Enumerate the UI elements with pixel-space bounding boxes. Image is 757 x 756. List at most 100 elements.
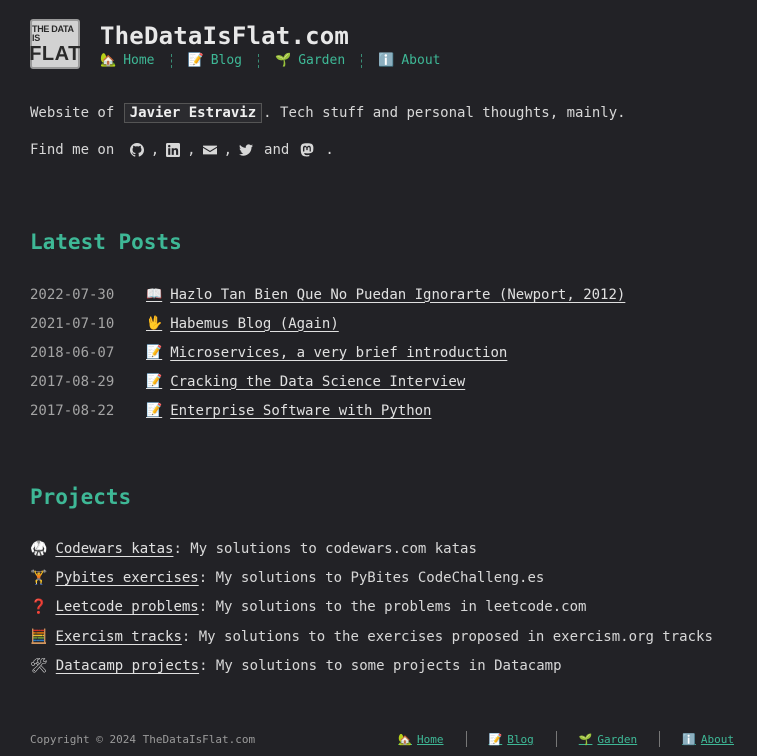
post-title: Hazlo Tan Bien Que No Puedan Ignorarte (… [170,286,626,303]
info-icon: ℹ️ [682,732,696,746]
comma: , [223,142,233,158]
question-mark-icon: ❓ [30,599,48,616]
project-link[interactable]: Pybites exercises [55,570,198,586]
project-link[interactable]: Codewars katas [55,541,173,557]
twitter-icon[interactable] [238,142,254,158]
footer-divider [555,731,557,747]
brand: TheDataIsFlat.com 🏡 Home 📝 Blog 🌱 Garden ℹ️… [100,19,440,69]
site-title[interactable]: TheDataIsFlat.com [100,22,440,50]
project-description: : My solutions to the problems in leetco… [198,599,587,616]
nav-garden-link[interactable]: 🌱 Garden [275,53,345,68]
intro-before: Website of [30,105,123,121]
find-me-label: Find me on [30,142,123,158]
post-date: 2021-07-10 [30,315,115,332]
project-description: : My solutions to some projects in Datac… [199,657,562,674]
post-item: 2017-08-22 📝 Enterprise Software with Pyt… [30,396,625,425]
email-icon[interactable] [202,142,218,158]
latest-posts-heading: Latest Posts [30,230,182,254]
nav-garden-label: Garden [298,53,346,68]
intro-after: . Tech stuff and personal thoughts, main… [263,105,626,121]
comma: , [150,142,160,158]
logo-text-bottom: FLAT [29,42,81,65]
footer-garden-link[interactable]: 🌱 Garden [579,733,637,746]
projects-list: 🥋 Codewars katas: My solutions to codewar… [30,534,713,680]
comma: , [187,142,196,158]
post-date: 2017-08-29 [30,373,115,390]
footer-home-label: Home [417,732,444,746]
project-link[interactable]: Leetcode problems [55,599,198,615]
copyright-text: Copyright © 2024 TheDataIsFlat.com [30,732,256,746]
nav-divider [170,53,172,68]
linkedin-icon[interactable] [165,142,181,158]
hammer-wrench-icon: 🛠 [30,657,48,674]
post-title: Cracking the Data Science Interview [170,373,466,390]
intro-text: Website of Javier Estraviz. Tech stuff a… [30,103,626,123]
mastodon-icon[interactable] [299,142,315,158]
project-item: 🧮 Exercism tracks: My solutions to the ex… [30,622,713,651]
github-icon[interactable] [129,142,145,158]
post-title: Habemus Blog (Again) [170,315,339,332]
footer-blog-label: Blog [507,732,534,746]
latest-posts-list: 2022-07-30 📖 Hazlo Tan Bien Que No Puedan… [30,280,625,425]
project-description: : My solutions to the exercises proposed… [181,628,713,645]
post-item: 2021-07-10 🖖 Habemus Blog (Again) [30,309,625,338]
nav-divider [258,53,259,68]
post-link[interactable]: 📝 Enterprise Software with Python [146,403,431,419]
post-item: 2022-07-30 📖 Hazlo Tan Bien Que No Puedan… [30,280,625,309]
memo-icon: 📝 [187,53,204,68]
logo-text-top: THE DATA IS [32,23,74,43]
nav-home-link[interactable]: 🏡 Home [100,53,155,68]
seedling-icon: 🌱 [578,732,593,746]
social-links: Find me on , , , and . [30,142,334,158]
site-logo[interactable]: THE DATA IS FLAT [29,19,81,69]
footer-about-label: About [700,732,734,746]
project-description: : My solutions to PyBites CodeChalleng.e… [198,569,545,586]
open-book-icon: 📖 [146,287,163,302]
post-date: 2018-06-07 [30,344,115,361]
footer-about-link[interactable]: ℹ️ About [682,733,734,746]
post-date: 2017-08-22 [30,402,115,419]
project-item: 🏋 Pybites exercises: My solutions to PyBi… [30,563,713,592]
vulcan-salute-icon: 🖖 [146,316,163,331]
memo-icon: 📝 [488,732,503,746]
project-item: ❓ Leetcode problems: My solutions to the … [30,593,713,622]
nav-home-label: Home [123,53,155,68]
post-title: Enterprise Software with Python [170,402,432,419]
footer-garden-label: Garden [597,732,638,746]
house-icon: 🏡 [398,732,413,746]
weightlifter-icon: 🏋 [30,569,48,586]
seedling-icon: 🌱 [275,53,292,68]
project-description: : My solutions to codewars.com katas [173,540,477,557]
main-nav: 🏡 Home 📝 Blog 🌱 Garden ℹ️ About [100,53,440,68]
post-link[interactable]: 📖 Hazlo Tan Bien Que No Puedan Ignorarte … [146,287,625,303]
post-link[interactable]: 📝 Cracking the Data Science Interview [146,374,465,390]
footer-blog-link[interactable]: 📝 Blog [489,733,534,746]
post-link[interactable]: 📝 Microservices, a very brief introductio… [146,345,507,361]
site-header: THE DATA IS FLAT TheDataIsFlat.com 🏡 Home… [29,19,440,69]
period: . [325,142,334,158]
post-item: 2017-08-29 📝 Cracking the Data Science In… [30,367,625,396]
project-item: 🛠 Datacamp projects: My solutions to some… [30,651,713,680]
memo-icon: 📝 [146,403,163,418]
and-text: and [264,142,290,158]
project-item: 🥋 Codewars katas: My solutions to codewar… [30,534,713,563]
post-date: 2022-07-30 [30,286,115,303]
footer-divider [659,731,661,747]
nav-about-link[interactable]: ℹ️ About [378,53,440,68]
nav-about-label: About [401,53,441,68]
martial-arts-icon: 🥋 [30,540,48,557]
project-link[interactable]: Datacamp projects [56,658,199,674]
abacus-icon: 🧮 [30,628,48,645]
memo-icon: 📝 [146,374,163,389]
memo-icon: 📝 [146,345,163,360]
site-footer: Copyright © 2024 TheDataIsFlat.com 🏡 Home… [30,731,734,747]
post-title: Microservices, a very brief introduction [170,344,508,361]
post-link[interactable]: 🖖 Habemus Blog (Again) [146,316,339,332]
project-link[interactable]: Exercism tracks [55,629,181,645]
nav-blog-link[interactable]: 📝 Blog [188,53,243,68]
author-name: Javier Estraviz [123,103,263,123]
footer-home-link[interactable]: 🏡 Home [398,733,443,746]
projects-heading: Projects [30,485,132,509]
nav-divider [361,53,363,68]
house-icon: 🏡 [100,53,117,68]
